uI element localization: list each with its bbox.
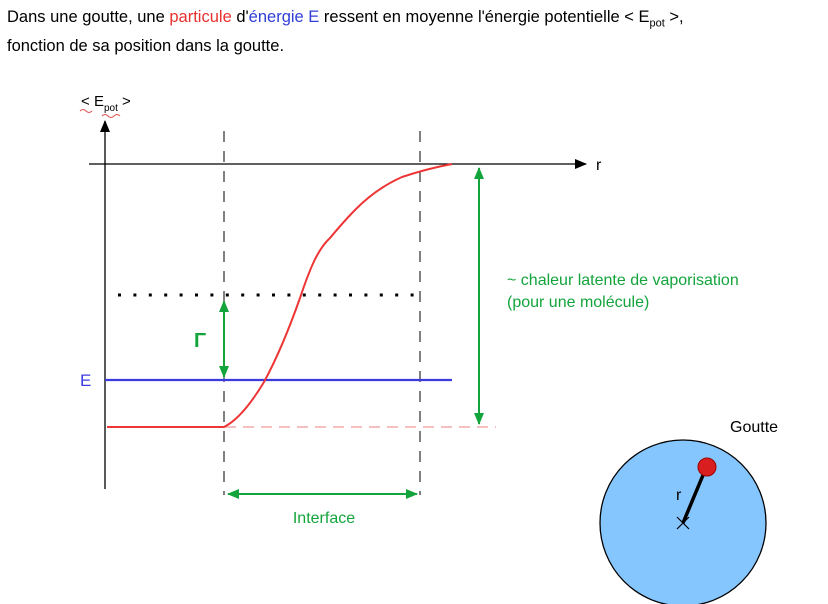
potential-energy-diagram: < Epot > r E Γ ~ chaleur latente de vapo…	[79, 93, 778, 604]
potential-energy-curve	[107, 163, 453, 428]
latent-heat-label-line-2: (pour une molécule)	[507, 294, 649, 311]
particle-dot	[697, 457, 717, 477]
y-axis-label-main: E	[94, 93, 104, 110]
drop-title: Goutte	[730, 419, 778, 436]
y-axis-label-open: <	[81, 93, 94, 110]
gamma-label: Γ	[194, 330, 206, 352]
x-axis-label: r	[596, 157, 602, 174]
interface-label: Interface	[293, 510, 355, 527]
y-axis-label-close: >	[118, 93, 131, 110]
energy-level-label: E	[80, 371, 91, 390]
y-axis-label-sub: pot	[104, 103, 118, 114]
y-axis-label: < Epot >	[81, 93, 131, 114]
latent-heat-label-line-1: ~ chaleur latente de vaporisation	[507, 272, 739, 289]
drop-radius-label: r	[676, 487, 682, 504]
